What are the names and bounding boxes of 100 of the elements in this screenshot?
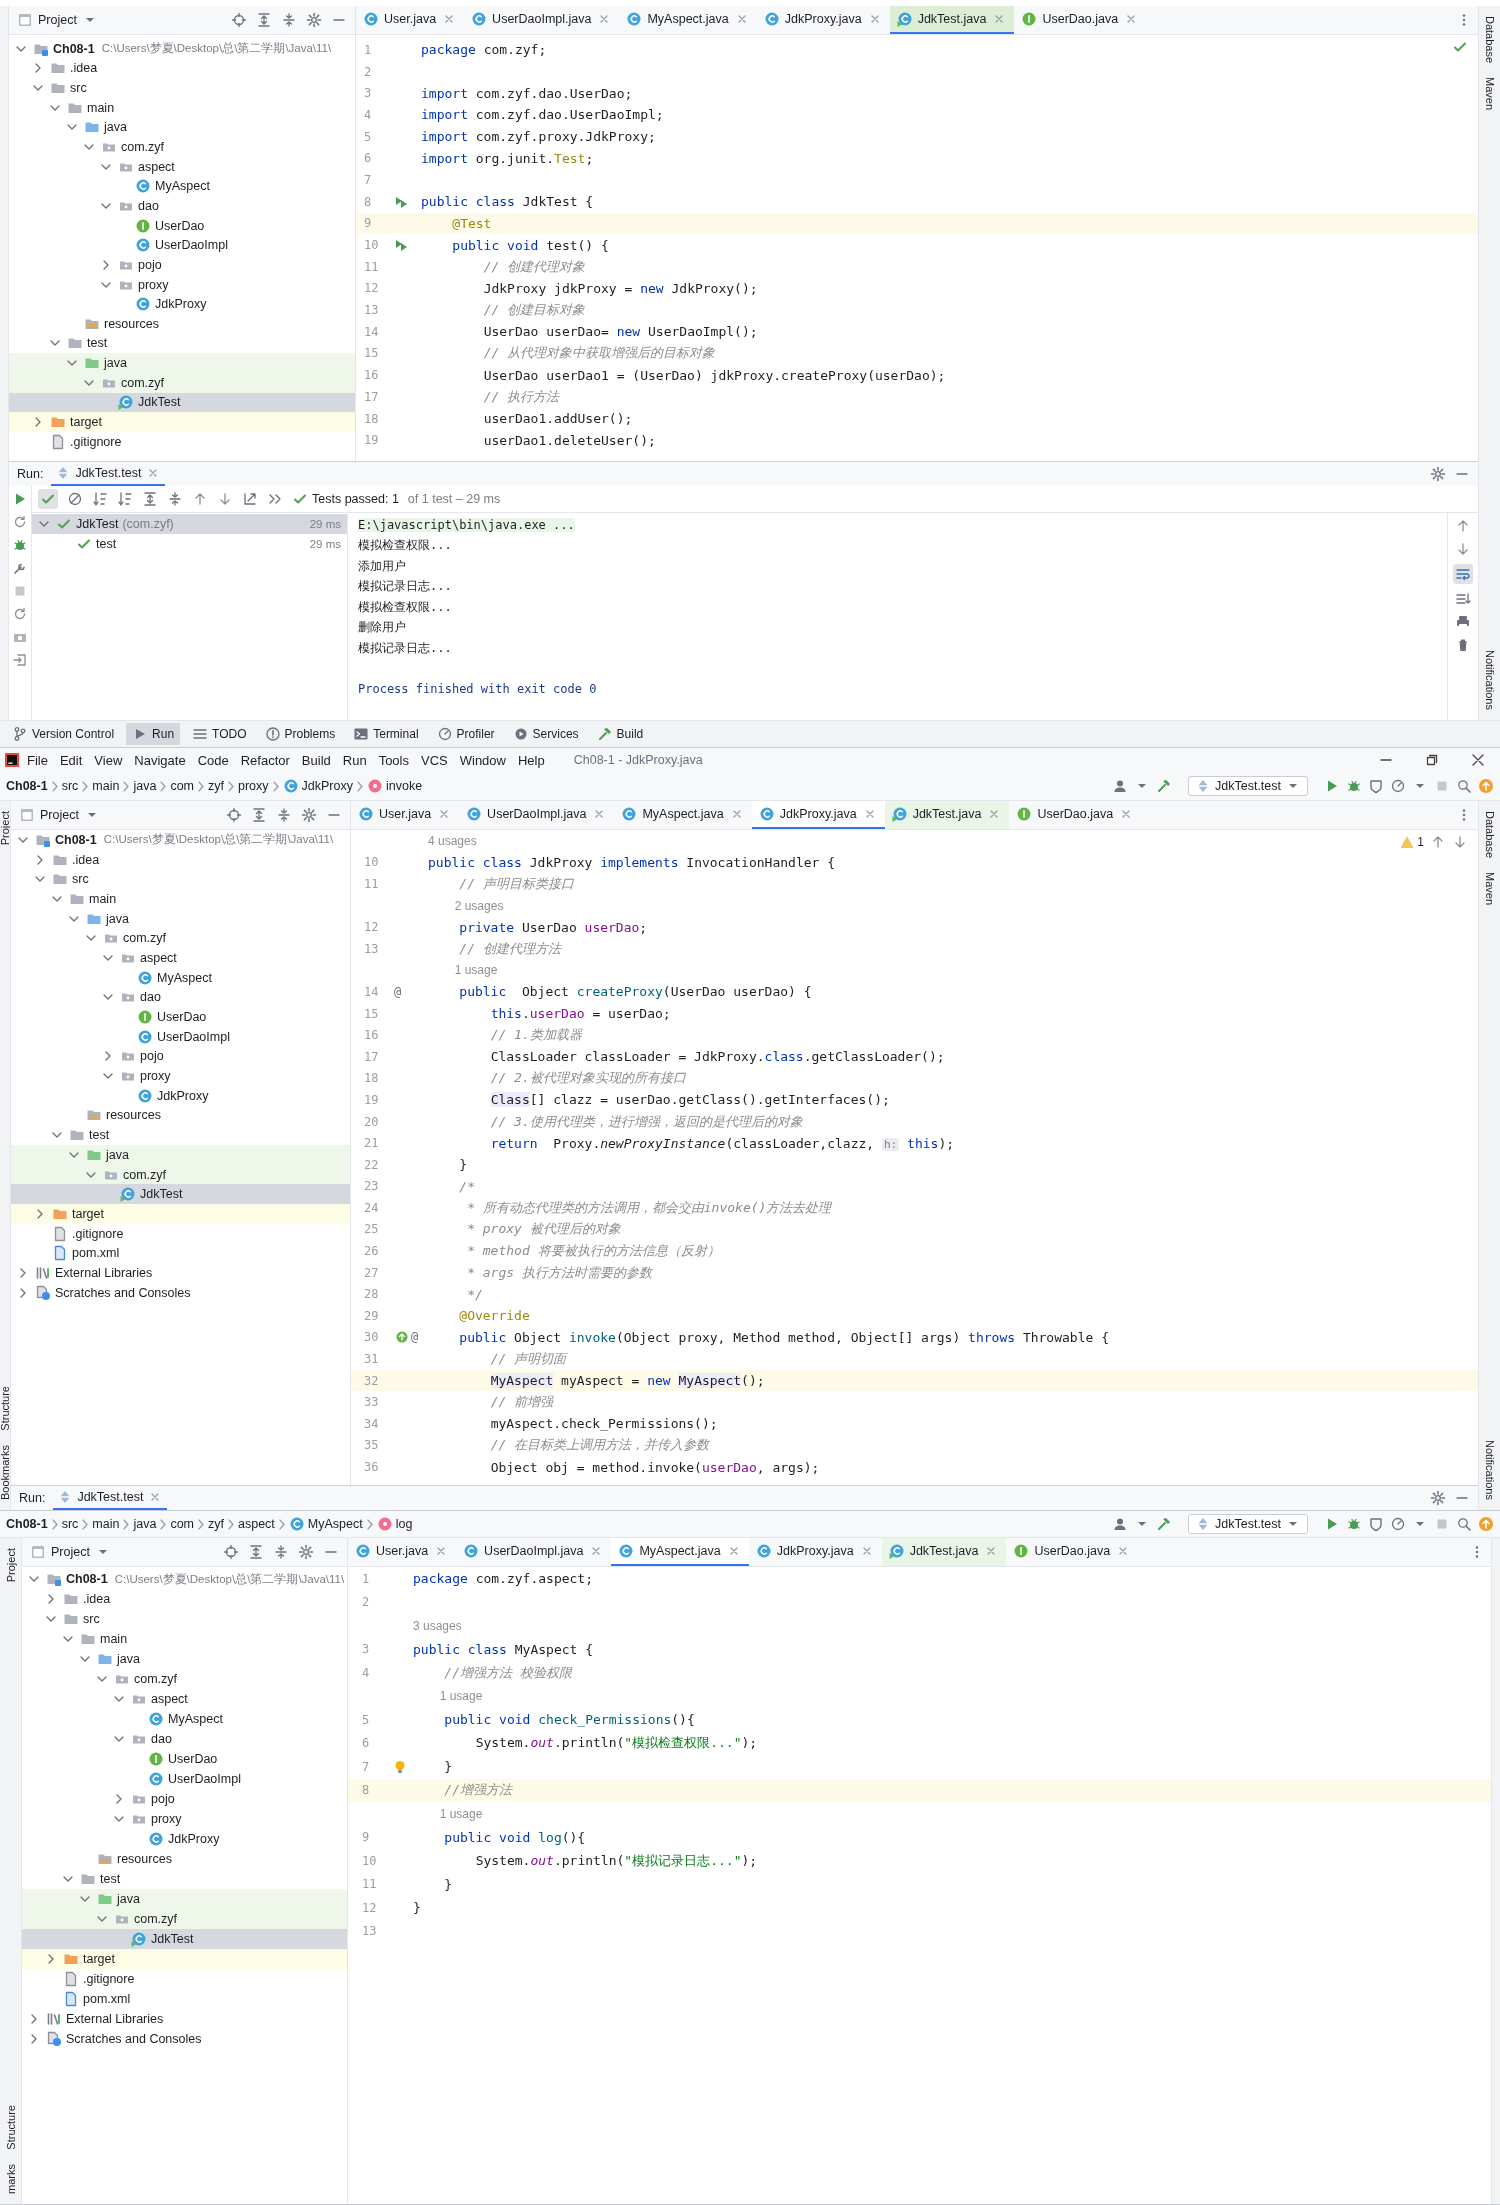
coverage-icon[interactable] <box>1368 1516 1384 1532</box>
tree-item[interactable]: main <box>22 1629 347 1649</box>
tree-item[interactable]: External Libraries <box>11 1263 350 1283</box>
menu-item[interactable]: Navigate <box>129 752 191 768</box>
debug-icon[interactable] <box>1346 778 1362 794</box>
crosshair-icon[interactable] <box>223 1544 239 1560</box>
hammer-icon[interactable] <box>1156 778 1172 794</box>
menu-item[interactable]: Code <box>192 752 234 768</box>
profiler-icon[interactable] <box>1390 1516 1406 1532</box>
tree-item[interactable]: pom.xml <box>11 1243 350 1264</box>
editor-tab[interactable]: UserDaoImpl.java <box>464 6 620 34</box>
soft-wrap-toggle[interactable] <box>1453 564 1473 584</box>
tool-window-button[interactable]: Version Control <box>6 723 121 745</box>
tool-window-button[interactable]: Maven <box>1483 77 1496 111</box>
tree-item[interactable]: External Libraries <box>22 2009 347 2029</box>
breadcrumb[interactable]: java <box>131 1517 159 1531</box>
breadcrumb[interactable]: log <box>374 1516 415 1532</box>
tree-item[interactable]: JdkProxy <box>9 294 355 314</box>
breadcrumb[interactable]: main <box>90 1517 122 1531</box>
editor-tab[interactable]: User.java <box>351 801 460 829</box>
tree-item[interactable]: target <box>22 1949 347 1969</box>
tool-window-button[interactable]: Maven <box>1483 872 1496 906</box>
tree-item[interactable]: UserDao <box>22 1749 347 1769</box>
settings-icon[interactable] <box>306 12 322 28</box>
tree-item[interactable]: MyAspect <box>11 967 350 988</box>
tool-window-button[interactable]: TODO <box>186 723 253 745</box>
tree-item[interactable]: proxy <box>22 1809 347 1829</box>
tree-item[interactable]: pojo <box>22 1789 347 1809</box>
tree-item[interactable]: .gitignore <box>22 1969 347 1989</box>
breadcrumb[interactable]: src <box>59 779 81 793</box>
crosshair-icon[interactable] <box>226 807 242 823</box>
editor-tab[interactable]: User.java <box>348 1538 457 1566</box>
breadcrumb[interactable]: aspect <box>236 1517 277 1531</box>
tool-window-button[interactable]: Problems <box>258 723 342 745</box>
tree-item[interactable]: dao <box>22 1729 347 1749</box>
window-close-icon[interactable] <box>1470 752 1486 768</box>
test-item[interactable]: JdkTest (com.zyf) 29 ms <box>32 514 347 534</box>
tree-item[interactable]: UserDao <box>9 215 355 236</box>
breadcrumb[interactable]: main <box>90 779 122 793</box>
tree-item[interactable]: com.zyf <box>22 1669 347 1689</box>
update-icon[interactable] <box>1478 1516 1494 1532</box>
breadcrumb[interactable]: java <box>131 779 159 793</box>
project-view-selector[interactable]: Project <box>19 807 100 823</box>
settings-icon[interactable] <box>301 807 317 823</box>
exit-icon[interactable] <box>12 652 28 668</box>
tool-window-button[interactable]: Notifications <box>1483 1440 1496 1500</box>
update-icon[interactable] <box>1478 778 1494 794</box>
sort-icon[interactable] <box>92 491 108 507</box>
tree-item[interactable]: test <box>11 1125 350 1145</box>
collapse-all-icon[interactable] <box>281 12 297 28</box>
tree-item[interactable]: UserDaoImpl <box>22 1769 347 1789</box>
tree-item[interactable]: .gitignore <box>11 1223 350 1244</box>
project-view-selector[interactable]: Project <box>17 12 98 28</box>
expand-all-icon[interactable] <box>142 491 158 507</box>
tree-item[interactable]: com.zyf <box>22 1909 347 1929</box>
override-marker[interactable]: @ <box>411 1330 419 1345</box>
debug-icon[interactable] <box>1346 1516 1362 1532</box>
tree-item[interactable]: .idea <box>9 58 355 79</box>
tree-item[interactable]: aspect <box>9 156 355 177</box>
menu-item[interactable]: Edit <box>54 752 88 768</box>
editor-tab[interactable]: JdkProxy.java <box>756 6 890 34</box>
breadcrumb[interactable]: com <box>168 1517 196 1531</box>
tree-item[interactable]: main <box>11 889 350 909</box>
tree-item[interactable]: com.zyf <box>9 137 355 157</box>
tree-item[interactable]: Ch08-1 C:\Users\梦夏\Desktop\总\第二学期\Java\11\ <box>22 1569 347 1589</box>
editor-tab[interactable]: UserDaoImpl.java <box>459 801 615 829</box>
menu-item[interactable]: Run <box>337 752 372 768</box>
breadcrumb[interactable]: proxy <box>236 779 271 793</box>
tree-item[interactable]: UserDaoImpl <box>9 235 355 256</box>
rerun-icon[interactable] <box>12 514 28 530</box>
tree-item[interactable]: Ch08-1 C:\Users\梦夏\Desktop\总\第二学期\Java\11\ <box>11 830 350 850</box>
scroll-to-end-icon[interactable] <box>1455 591 1471 607</box>
debug-icon[interactable] <box>12 537 28 553</box>
tree-item[interactable]: UserDao <box>11 1007 350 1027</box>
crosshair-icon[interactable] <box>231 12 247 28</box>
tree-item[interactable]: pojo <box>9 255 355 275</box>
menu-item[interactable]: Window <box>454 752 511 768</box>
tree-item[interactable]: java <box>9 353 355 373</box>
editor-tab[interactable]: JdkTest.java <box>881 1538 1007 1566</box>
tree-item[interactable]: com.zyf <box>11 928 350 949</box>
tree-item[interactable]: Ch08-1 C:\Users\梦夏\Desktop\总\第二学期\Java\11\ <box>9 39 355 59</box>
menu-item[interactable]: Refactor <box>235 752 295 768</box>
tree-item[interactable]: java <box>22 1649 347 1669</box>
tree-item[interactable]: resources <box>22 1849 347 1869</box>
tree-item[interactable]: com.zyf <box>9 372 355 393</box>
editor-tab[interactable]: UserDao.java <box>1006 1538 1139 1566</box>
collapse-all-icon[interactable] <box>273 1544 289 1560</box>
tree-item[interactable]: aspect <box>22 1689 347 1709</box>
breadcrumb[interactable]: zyf <box>206 1517 226 1531</box>
tree-item[interactable]: JdkProxy <box>11 1085 350 1106</box>
run-config-dropdown[interactable]: JdkTest.test <box>1188 1514 1308 1534</box>
tree-item[interactable]: main <box>9 97 355 118</box>
breadcrumb[interactable]: src <box>59 1517 81 1531</box>
breadcrumb[interactable]: MyAspect <box>286 1516 365 1532</box>
settings-icon[interactable] <box>298 1544 314 1560</box>
tree-item[interactable]: test <box>9 333 355 354</box>
breadcrumb[interactable]: Ch08-1 <box>4 1517 50 1531</box>
search-icon[interactable] <box>1456 1516 1472 1532</box>
tool-window-button[interactable]: Database <box>1483 811 1496 859</box>
tree-item[interactable]: Scratches and Consoles <box>11 1282 350 1303</box>
